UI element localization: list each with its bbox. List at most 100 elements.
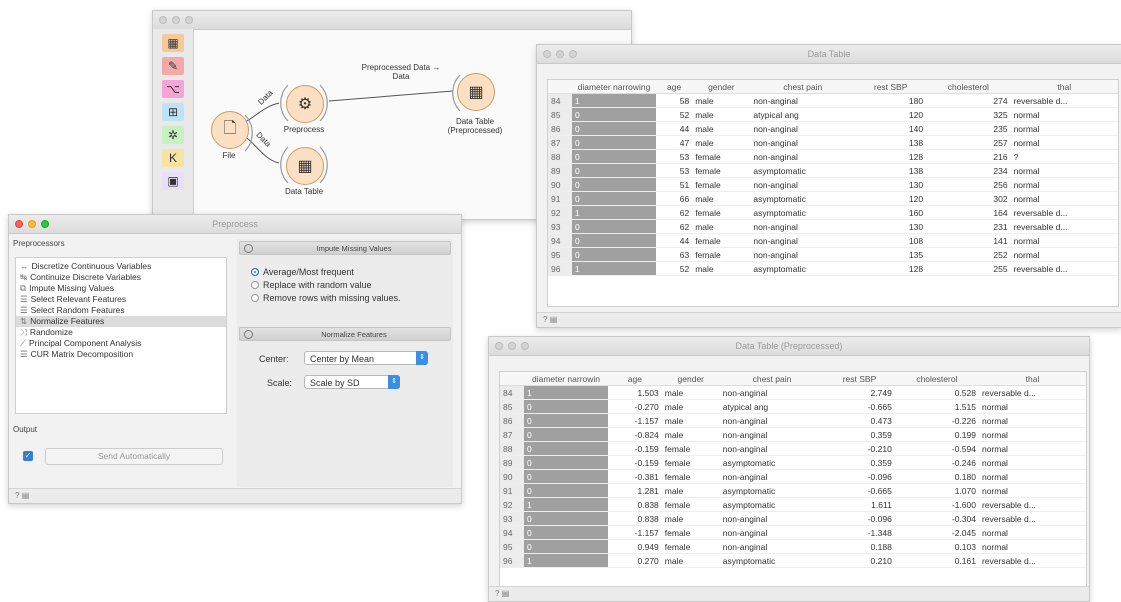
- radio-button[interactable]: [251, 281, 259, 289]
- table-row[interactable]: 85 0 52 male atypical ang 120 325 normal: [548, 107, 1118, 122]
- table-row[interactable]: 85 0 -0.270 male atypical ang -0.665 1.515 norm…: [500, 399, 1086, 414]
- column-header[interactable]: gender: [692, 80, 751, 94]
- table-cell: 1: [524, 385, 608, 400]
- minimize-icon[interactable]: [556, 50, 564, 58]
- help-icon[interactable]: ?: [495, 589, 499, 598]
- row-index: 93: [548, 219, 572, 234]
- report-icon[interactable]: ▤: [550, 315, 558, 324]
- column-header[interactable]: gender: [661, 372, 720, 386]
- data-table-grid[interactable]: diameter narrowing age gender chest pain res…: [547, 79, 1119, 307]
- table-row[interactable]: 84 1 58 male non-anginal 180 274 reversable d..…: [548, 93, 1118, 108]
- column-header[interactable]: chest pain: [719, 372, 825, 386]
- table-row[interactable]: 90 0 -0.381 female non-anginal -0.096 0.180 nor…: [500, 469, 1086, 484]
- table-row[interactable]: 86 0 -1.157 male non-anginal 0.473 -0.226 norma…: [500, 413, 1086, 428]
- table-row[interactable]: 94 0 44 female non-anginal 108 141 normal: [548, 233, 1118, 248]
- minimize-icon[interactable]: [28, 220, 36, 228]
- data-table-pre-grid[interactable]: diameter narrowin age gender chest pain rest…: [499, 371, 1087, 587]
- column-header[interactable]: [500, 372, 524, 386]
- normalize-section-header[interactable]: Normalize Features: [239, 327, 451, 341]
- report-icon[interactable]: ▤: [502, 589, 510, 598]
- remove-icon[interactable]: [244, 243, 253, 253]
- impute-option-label: Remove rows with missing values.: [263, 293, 401, 303]
- table-cell: 164: [926, 205, 1011, 220]
- impute-option[interactable]: Average/Most frequent: [251, 267, 354, 277]
- table-row[interactable]: 90 0 51 female non-anginal 130 256 normal: [548, 177, 1118, 192]
- preprocessor-item[interactable]: ⤨ Randomize: [16, 327, 226, 338]
- preprocessor-item[interactable]: ↔ Discretize Continuous Variables: [16, 261, 226, 272]
- table-row[interactable]: 95 0 63 female non-anginal 135 252 normal: [548, 247, 1118, 262]
- table-row[interactable]: 87 0 -0.824 male non-anginal 0.359 0.199 normal: [500, 427, 1086, 442]
- preprocessor-item[interactable]: ☰ CUR Matrix Decomposition: [16, 349, 226, 360]
- table-row[interactable]: 94 0 -1.157 female non-anginal -1.348 -2.045 no…: [500, 525, 1086, 540]
- table-cell: -0.270: [608, 399, 662, 414]
- preprocessor-item[interactable]: ⇅ Normalize Features: [16, 316, 226, 327]
- close-icon[interactable]: [543, 50, 551, 58]
- table-row[interactable]: 87 0 47 male non-anginal 138 257 normal: [548, 135, 1118, 150]
- table-row[interactable]: 88 0 53 female non-anginal 128 216?: [548, 149, 1118, 164]
- zoom-icon[interactable]: [569, 50, 577, 58]
- data-table-pre-statusbar: ? ▤: [489, 586, 1089, 601]
- column-header[interactable]: diameter narrowin: [524, 372, 608, 386]
- table-row[interactable]: 96 1 0.270 male asymptomatic 0.210 0.161 revers…: [500, 553, 1086, 568]
- impute-option[interactable]: Replace with random value: [251, 280, 372, 290]
- column-header[interactable]: cholesterol: [926, 80, 1011, 94]
- preprocessor-item[interactable]: ⧉ Impute Missing Values: [16, 283, 226, 294]
- table-row[interactable]: 89 0 -0.159 female asymptomatic 0.359 -0.246 no…: [500, 455, 1086, 470]
- table-row[interactable]: 92 1 0.838 female asymptomatic 1.611 -1.600 rev…: [500, 497, 1086, 512]
- table-row[interactable]: 95 0 0.949 female non-anginal 0.188 0.103 norma…: [500, 539, 1086, 554]
- send-automatically-checkbox[interactable]: ✓: [23, 451, 33, 461]
- table-row[interactable]: 93 0 0.838 male non-anginal -0.096 -0.304 rever…: [500, 511, 1086, 526]
- column-header[interactable]: thal: [1010, 80, 1118, 94]
- table-cell: 62: [656, 205, 693, 220]
- remove-icon[interactable]: [244, 329, 253, 339]
- table-cell: 0.210: [824, 553, 895, 568]
- column-header[interactable]: rest SBP: [855, 80, 927, 94]
- radio-button[interactable]: [251, 268, 259, 276]
- preprocessor-item[interactable]: ☰ Select Random Features: [16, 305, 226, 316]
- help-icon[interactable]: ?: [543, 315, 547, 324]
- table-row[interactable]: 91 0 1.281 male asymptomatic -0.665 1.070 norma…: [500, 483, 1086, 498]
- column-header[interactable]: thal: [978, 372, 1086, 386]
- report-icon[interactable]: ▤: [22, 491, 30, 500]
- table-cell: non-anginal: [750, 219, 856, 234]
- send-automatically-button[interactable]: Send Automatically: [45, 448, 223, 465]
- column-header[interactable]: [548, 80, 572, 94]
- table-cell: atypical ang: [719, 399, 825, 414]
- table-row[interactable]: 88 0 -0.159 female non-anginal -0.210 -0.594 no…: [500, 441, 1086, 456]
- column-header[interactable]: cholesterol: [894, 372, 979, 386]
- preprocessor-item[interactable]: ⟋ Principal Component Analysis: [16, 338, 226, 349]
- table-row[interactable]: 86 0 44 male non-anginal 140 235 normal: [548, 121, 1118, 136]
- close-icon[interactable]: [15, 220, 23, 228]
- impute-section-header[interactable]: Impute Missing Values: [239, 241, 451, 255]
- help-icon[interactable]: ?: [15, 491, 19, 500]
- minimize-icon[interactable]: [508, 342, 516, 350]
- table-row[interactable]: 96 1 52 male asymptomatic 128 255 reversable d.…: [548, 261, 1118, 276]
- close-icon[interactable]: [495, 342, 503, 350]
- data-table-titlebar: Data Table: [537, 45, 1121, 64]
- scale-select[interactable]: Scale by SD ⇕: [304, 375, 400, 389]
- file-node[interactable]: 🗋: [211, 111, 249, 149]
- data-table-node[interactable]: ▦: [286, 147, 324, 185]
- preprocessor-item[interactable]: ↹ Continuize Discrete Variables: [16, 272, 226, 283]
- column-header[interactable]: chest pain: [750, 80, 856, 94]
- table-row[interactable]: 84 1 1.503 male non-anginal 2.749 0.528 reversa…: [500, 385, 1086, 400]
- preprocessor-item[interactable]: ☰ Select Relevant Features: [16, 294, 226, 305]
- preprocessor-item-label: Randomize: [29, 327, 73, 337]
- column-header[interactable]: diameter narrowing: [572, 80, 656, 94]
- preprocess-node[interactable]: ⚙: [286, 85, 324, 123]
- table-cell: male: [661, 413, 720, 428]
- table-row[interactable]: 91 0 66 male asymptomatic 120 302 normal: [548, 191, 1118, 206]
- radio-button[interactable]: [251, 294, 259, 302]
- column-header[interactable]: age: [656, 80, 693, 94]
- zoom-icon[interactable]: [41, 220, 49, 228]
- table-row[interactable]: 93 0 62 male non-anginal 130 231 reversable d..…: [548, 219, 1118, 234]
- table-row[interactable]: 89 0 53 female asymptomatic 138 234 normal: [548, 163, 1118, 178]
- column-header[interactable]: rest SBP: [824, 372, 895, 386]
- data-table-pre-node[interactable]: ▦: [457, 73, 495, 111]
- zoom-icon[interactable]: [521, 342, 529, 350]
- column-header[interactable]: age: [608, 372, 662, 386]
- impute-option[interactable]: Remove rows with missing values.: [251, 293, 401, 303]
- center-select[interactable]: Center by Mean ⇕: [304, 351, 428, 365]
- preprocessors-list[interactable]: ↔ Discretize Continuous Variables ↹ Continu…: [15, 257, 227, 414]
- table-row[interactable]: 92 1 62 female asymptomatic 160 164 reversable …: [548, 205, 1118, 220]
